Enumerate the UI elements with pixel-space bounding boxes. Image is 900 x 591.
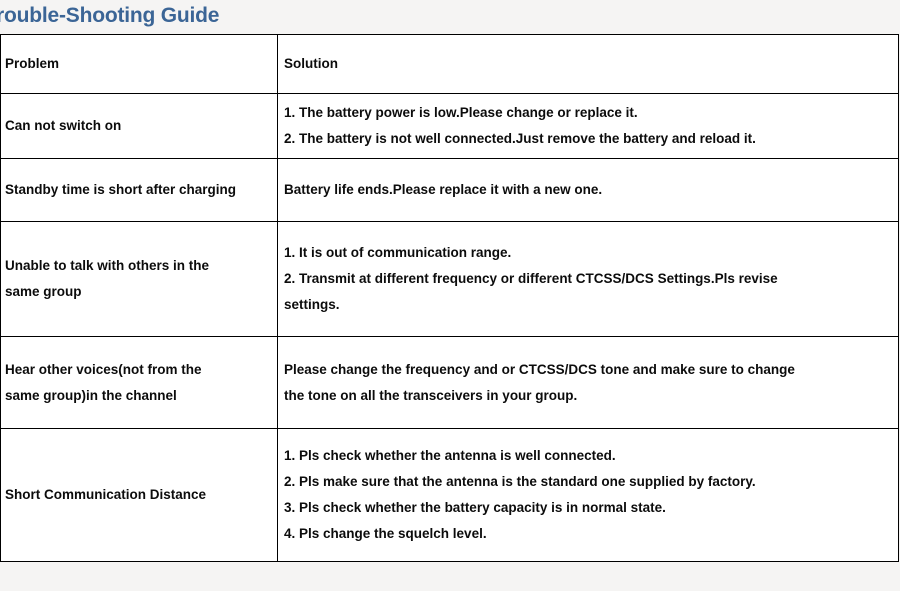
solution-line: 1. Pls check whether the antenna is well… [284,448,616,463]
table-body: Problem Solution Can not switch on 1. Th… [0,34,899,562]
header-cell-problem: Problem [0,34,278,94]
table-row: Can not switch on 1. The battery power i… [0,93,899,159]
problem-line: Standby time is short after charging [5,182,237,197]
problem-cell: Can not switch on [0,93,278,159]
solution-text: 1. The battery power is low.Please chang… [278,94,898,158]
header-cell-solution: Solution [277,34,899,94]
solution-text: 1. Pls check whether the antenna is well… [278,437,898,553]
column-header-solution: Solution [284,56,338,71]
problem-text: Hear other voices(not from the same grou… [1,351,277,415]
solution-line: Battery life ends.Please replace it with… [284,182,603,197]
table-row: Short Communication Distance 1. Pls chec… [0,428,899,562]
problem-line: Short Communication Distance [5,487,207,502]
solution-line: 2. Transmit at different frequency or di… [284,271,778,286]
solution-line: 1. The battery power is low.Please chang… [284,105,638,120]
troubleshooting-table-container: Problem Solution Can not switch on 1. Th… [0,34,899,562]
problem-line: Unable to talk with others in the [5,258,210,273]
solution-cell: 1. It is out of communication range. 2. … [277,221,899,337]
page-root: rouble-Shooting Guide Problem Solution C… [0,0,900,591]
table-row: Hear other voices(not from the same grou… [0,336,899,429]
troubleshooting-table: Problem Solution Can not switch on 1. Th… [0,34,899,562]
problem-text: Standby time is short after charging [1,171,277,209]
problem-text: Unable to talk with others in the same g… [1,247,277,311]
solution-line: 2. The battery is not well connected.Jus… [284,131,756,146]
table-header-row: Problem Solution [0,34,899,94]
problem-line: Can not switch on [5,118,122,133]
table-row: Unable to talk with others in the same g… [0,221,899,337]
problem-cell: Short Communication Distance [0,428,278,562]
solution-text: Please change the frequency and or CTCSS… [278,351,898,415]
problem-cell: Unable to talk with others in the same g… [0,221,278,337]
solution-line: 1. It is out of communication range. [284,245,512,260]
solution-text: 1. It is out of communication range. 2. … [278,234,898,324]
solution-line: Please change the frequency and or CTCSS… [284,361,795,377]
table-row: Standby time is short after charging Bat… [0,158,899,222]
problem-text: Can not switch on [1,107,277,145]
problem-line: same group)in the channel [5,387,177,403]
solution-line: 3. Pls check whether the battery capacit… [284,500,666,515]
solution-text: Battery life ends.Please replace it with… [278,171,898,209]
solution-cell: 1. The battery power is low.Please chang… [277,93,899,159]
solution-line: the tone on all the transceivers in your… [284,387,578,403]
problem-text: Short Communication Distance [1,476,277,514]
solution-cell: Battery life ends.Please replace it with… [277,158,899,222]
problem-cell: Standby time is short after charging [0,158,278,222]
solution-cell: Please change the frequency and or CTCSS… [277,336,899,429]
solution-line: 2. Pls make sure that the antenna is the… [284,474,756,489]
page-title: rouble-Shooting Guide [0,4,220,27]
solution-cell: 1. Pls check whether the antenna is well… [277,428,899,562]
solution-line: 4. Pls change the squelch level. [284,526,487,541]
problem-cell: Hear other voices(not from the same grou… [0,336,278,429]
problem-line: Hear other voices(not from the [5,361,202,377]
column-header-problem: Problem [5,56,60,71]
solution-line: settings. [284,297,340,312]
problem-line: same group [5,284,82,299]
